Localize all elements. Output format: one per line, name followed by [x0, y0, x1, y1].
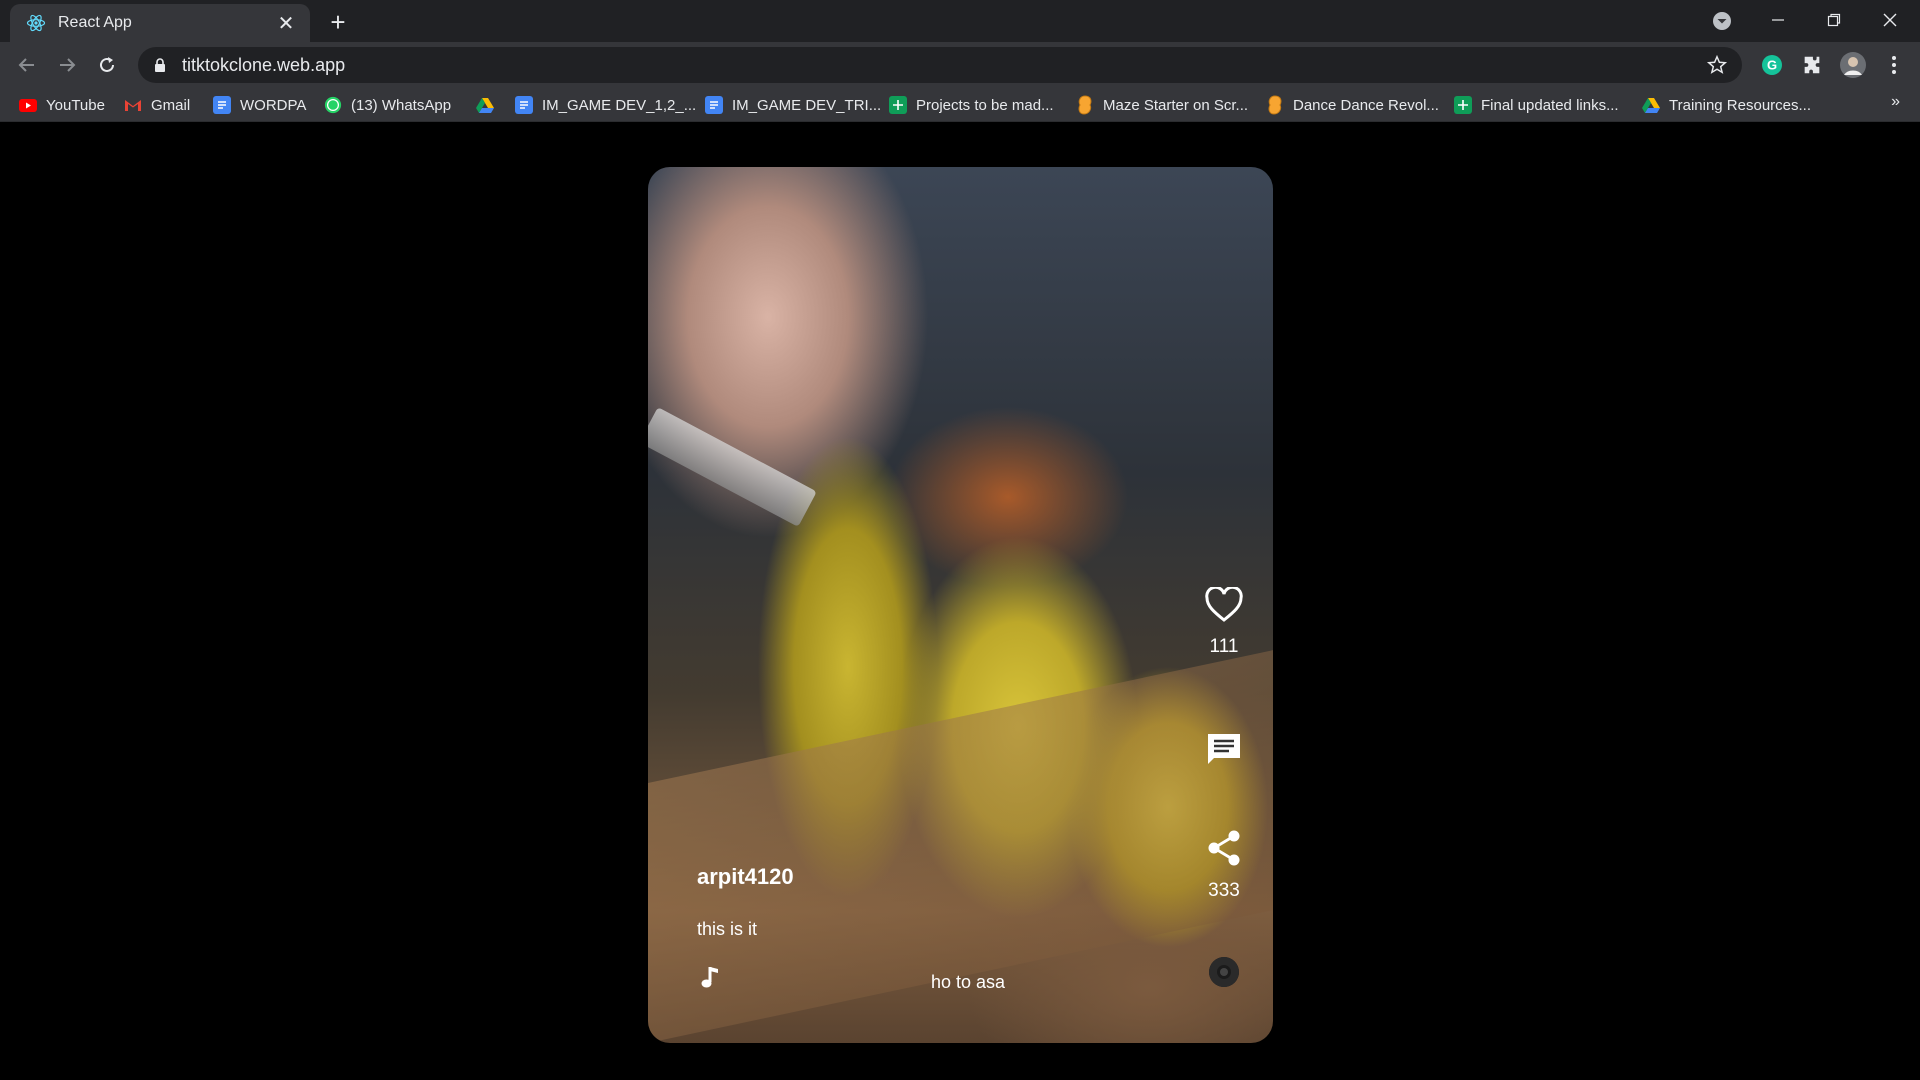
- bookmark-star-icon[interactable]: [1706, 54, 1728, 76]
- whatsapp-icon: [324, 96, 342, 114]
- gmail-icon: [124, 96, 142, 114]
- bookmark-im-game-dev-1[interactable]: IM_GAME DEV_1,2_...: [515, 93, 696, 117]
- share-count: 333: [1208, 880, 1240, 901]
- comment-icon[interactable]: [1205, 731, 1243, 774]
- bookmark-youtube[interactable]: YouTube: [19, 93, 105, 117]
- bookmark-wordpa[interactable]: WORDPA: [213, 93, 306, 117]
- lock-icon[interactable]: [152, 57, 168, 73]
- sheets-icon: [1454, 96, 1472, 114]
- minimize-icon[interactable]: [1750, 0, 1806, 40]
- bookmark-training-resources[interactable]: Training Resources...: [1642, 93, 1811, 117]
- bookmark-whatsapp[interactable]: (13) WhatsApp: [324, 93, 451, 117]
- drive-icon: [1642, 96, 1660, 114]
- new-tab-button[interactable]: +: [324, 7, 352, 37]
- bookmark-dance-dance[interactable]: Dance Dance Revol...: [1266, 93, 1439, 117]
- bookmark-final-updated-links[interactable]: Final updated links...: [1454, 93, 1619, 117]
- spinning-record-icon: [1209, 957, 1239, 987]
- sheets-icon: [889, 96, 907, 114]
- browser-toolbar: titktokclone.web.app G: [0, 42, 1920, 88]
- bookmark-maze-starter[interactable]: Maze Starter on Scr...: [1076, 93, 1248, 117]
- docs-icon: [213, 96, 231, 114]
- share-button[interactable]: 333: [1194, 829, 1254, 902]
- browser-tab[interactable]: React App ✕: [10, 4, 310, 42]
- back-icon[interactable]: [13, 51, 41, 79]
- bookmarks-bar: YouTube Gmail WORDPA (13) WhatsApp IM_GA…: [0, 88, 1920, 122]
- video-caption: this is it: [697, 919, 758, 939]
- bookmark-gmail[interactable]: Gmail: [124, 93, 190, 117]
- restore-icon[interactable]: [1806, 0, 1862, 40]
- close-tab-icon[interactable]: ✕: [274, 11, 298, 35]
- react-icon: [26, 13, 46, 33]
- tab-search-icon[interactable]: [1710, 9, 1734, 33]
- url-text: titktokclone.web.app: [182, 54, 346, 75]
- share-icon[interactable]: [1206, 829, 1242, 872]
- close-window-icon[interactable]: [1862, 0, 1918, 40]
- extensions-icon[interactable]: [1797, 50, 1827, 80]
- scratch-icon: [1076, 95, 1094, 115]
- more-bookmarks-button[interactable]: »: [1891, 93, 1900, 111]
- scratch-icon: [1266, 95, 1284, 115]
- svg-text:G: G: [1767, 58, 1777, 73]
- docs-icon: [705, 96, 723, 114]
- bookmark-drive[interactable]: [476, 93, 503, 117]
- address-bar[interactable]: titktokclone.web.app: [138, 47, 1742, 83]
- video-frame-knife: [648, 407, 817, 527]
- youtube-icon: [19, 96, 37, 114]
- bookmark-im-game-dev-tri[interactable]: IM_GAME DEV_TRI...: [705, 93, 881, 117]
- docs-icon: [515, 96, 533, 114]
- forward-icon[interactable]: [53, 51, 81, 79]
- page-content: 111 333 arpit4120 this is it ho to asa: [0, 122, 1920, 1080]
- bookmark-projects[interactable]: Projects to be mad...: [889, 93, 1054, 117]
- tab-strip: React App ✕ +: [0, 0, 1920, 42]
- video-username[interactable]: arpit4120: [697, 864, 794, 890]
- tab-title: React App: [58, 14, 132, 31]
- music-note-icon: [700, 964, 722, 990]
- profile-avatar[interactable]: [1838, 50, 1868, 80]
- browser-menu-icon[interactable]: [1879, 50, 1909, 80]
- heart-icon[interactable]: [1204, 585, 1244, 628]
- video-player[interactable]: 111 333 arpit4120 this is it ho to asa: [648, 167, 1273, 1043]
- comment-button[interactable]: [1194, 731, 1254, 774]
- like-count: 111: [1209, 636, 1239, 657]
- song-title: ho to asa: [931, 972, 1006, 992]
- drive-icon: [476, 96, 494, 114]
- grammarly-icon[interactable]: G: [1757, 50, 1787, 80]
- like-button[interactable]: 111: [1194, 585, 1254, 658]
- reload-icon[interactable]: [93, 51, 121, 79]
